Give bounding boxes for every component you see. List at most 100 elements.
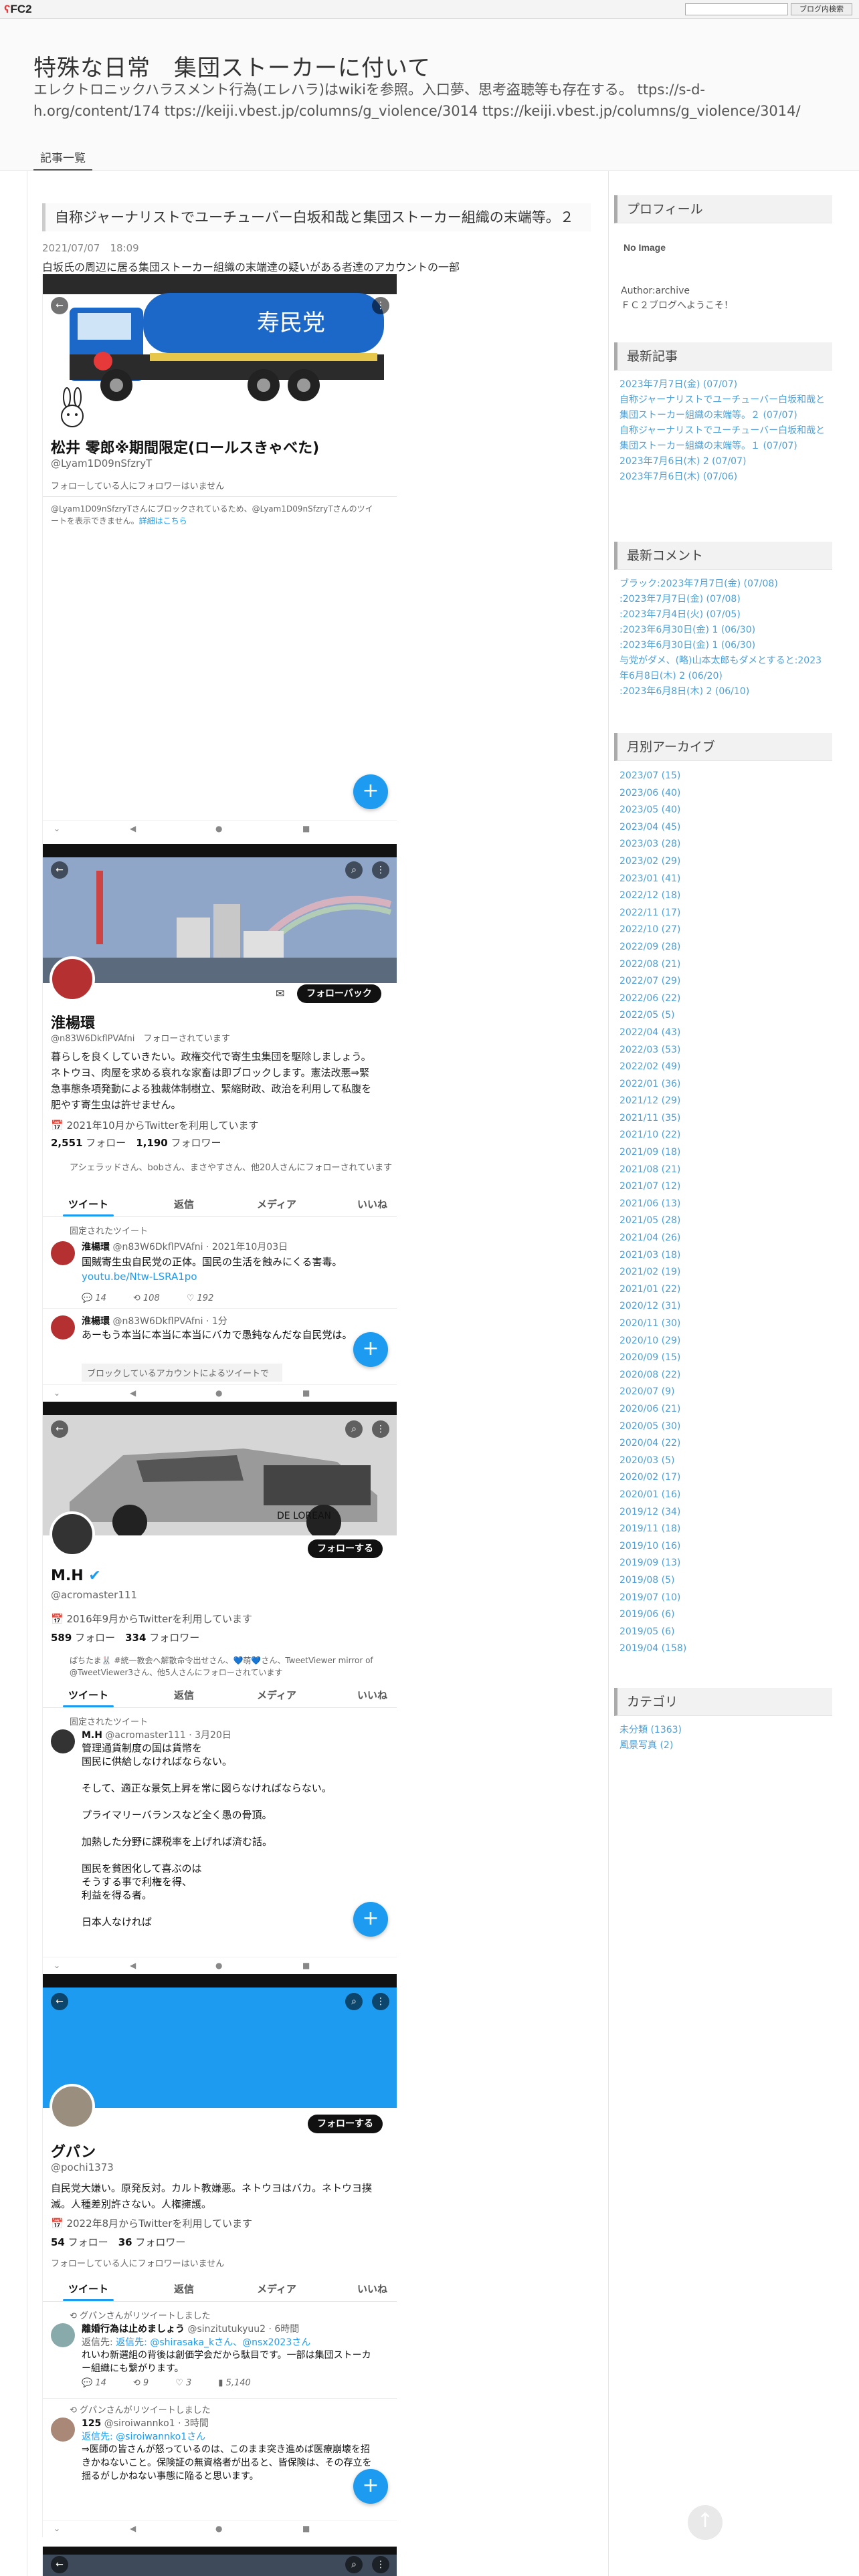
archive-link[interactable]: 2022/12 (18)	[619, 887, 827, 905]
archive-link[interactable]: 2020/01 (16)	[619, 1487, 827, 1504]
archive-link[interactable]: 2019/07 (10)	[619, 1590, 827, 1607]
tweet-link[interactable]: youtu.be/Ntw-LSRA1po	[82, 1271, 197, 1283]
tab-media[interactable]: メディア	[257, 1197, 296, 1211]
archive-link[interactable]: 2022/03 (53)	[619, 1042, 827, 1059]
recent-post-link[interactable]: 自称ジャーナリストでユーチューバー白坂和哉と集団ストーカー組織の末端等。１ (0…	[619, 423, 827, 454]
tab-likes[interactable]: いいね	[357, 1688, 387, 1702]
avatar[interactable]	[50, 956, 95, 1002]
recent-post-link[interactable]: 2023年7月6日(木) (07/06)	[619, 469, 827, 485]
blog-search-input[interactable]	[685, 3, 788, 15]
compose-tweet-button[interactable]: +	[353, 1332, 388, 1367]
tab-likes[interactable]: いいね	[357, 1197, 387, 1211]
archive-link[interactable]: 2019/06 (6)	[619, 1606, 827, 1624]
more-icon[interactable]: ⋮	[372, 861, 389, 879]
comment-link[interactable]: :2023年6月30日(金) 1 (06/30)	[619, 638, 827, 653]
archive-link[interactable]: 2021/10 (22)	[619, 1127, 827, 1144]
archive-link[interactable]: 2022/07 (29)	[619, 973, 827, 990]
follow-button[interactable]: フォローする	[308, 1539, 383, 1558]
archive-link[interactable]: 2022/01 (36)	[619, 1076, 827, 1093]
archive-link[interactable]: 2020/02 (17)	[619, 1469, 827, 1487]
search-icon[interactable]: ⌕	[345, 1420, 363, 1438]
more-icon[interactable]: ⋮	[372, 1420, 389, 1438]
archive-link[interactable]: 2020/10 (29)	[619, 1333, 827, 1350]
more-icon[interactable]: ⋮	[372, 297, 389, 314]
compose-tweet-button[interactable]: +	[353, 1902, 388, 1937]
archive-link[interactable]: 2019/05 (6)	[619, 1624, 827, 1641]
archive-link[interactable]: 2022/05 (5)	[619, 1007, 827, 1025]
comment-link[interactable]: :2023年6月30日(金) 1 (06/30)	[619, 623, 827, 638]
tab-media[interactable]: メディア	[257, 1688, 296, 1702]
archive-link[interactable]: 2023/04 (45)	[619, 819, 827, 837]
recent-post-link[interactable]: 2023年7月7日(金) (07/07)	[619, 377, 827, 393]
search-icon[interactable]: ⌕	[345, 1993, 363, 2010]
tab-media[interactable]: メディア	[257, 2282, 296, 2296]
follow-counts[interactable]: 589 フォロー 334 フォロワー	[51, 1630, 199, 1644]
archive-link[interactable]: 2019/10 (16)	[619, 1538, 827, 1555]
follow-button[interactable]: フォローする	[308, 2115, 383, 2133]
compose-tweet-button[interactable]: +	[353, 2469, 388, 2504]
comment-link[interactable]: :2023年7月7日(金) (07/08)	[619, 592, 827, 607]
back-icon[interactable]: ←	[51, 297, 68, 314]
archive-link[interactable]: 2021/05 (28)	[619, 1212, 827, 1230]
back-icon[interactable]: ←	[51, 2556, 68, 2573]
compose-tweet-button[interactable]: +	[353, 774, 388, 809]
archive-link[interactable]: 2023/05 (40)	[619, 802, 827, 819]
tab-replies[interactable]: 返信	[174, 1688, 194, 1702]
archive-link[interactable]: 2022/10 (27)	[619, 922, 827, 939]
follow-back-button[interactable]: フォローバック	[297, 984, 381, 1003]
fc2-logo[interactable]: ʕFC2	[4, 3, 32, 16]
avatar[interactable]	[50, 2084, 95, 2129]
archive-link[interactable]: 2021/04 (26)	[619, 1230, 827, 1247]
archive-link[interactable]: 2019/11 (18)	[619, 1521, 827, 1538]
archive-link[interactable]: 2019/09 (13)	[619, 1555, 827, 1572]
comment-link[interactable]: :2023年6月8日(木) 2 (06/10)	[619, 684, 827, 700]
tab-tweets[interactable]: ツイート	[68, 1197, 108, 1211]
back-icon[interactable]: ←	[51, 861, 68, 879]
archive-link[interactable]: 2021/02 (19)	[619, 1264, 827, 1281]
tab-tweets[interactable]: ツイート	[68, 1688, 108, 1702]
archive-link[interactable]: 2019/08 (5)	[619, 1572, 827, 1590]
tab-likes[interactable]: いいね	[357, 2282, 387, 2296]
archive-link[interactable]: 2023/07 (15)	[619, 768, 827, 785]
archive-link[interactable]: 2022/04 (43)	[619, 1025, 827, 1042]
search-icon[interactable]: ⌕	[345, 861, 363, 879]
archive-link[interactable]: 2021/09 (18)	[619, 1144, 827, 1162]
archive-link[interactable]: 2020/04 (22)	[619, 1435, 827, 1453]
more-icon[interactable]: ⋮	[372, 2556, 389, 2573]
archive-link[interactable]: 2019/04 (158)	[619, 1640, 827, 1658]
archive-link[interactable]: 2020/06 (21)	[619, 1401, 827, 1418]
archive-link[interactable]: 2020/07 (9)	[619, 1384, 827, 1401]
follow-counts[interactable]: 54 フォロー 36 フォロワー	[51, 2235, 185, 2249]
archive-link[interactable]: 2020/05 (30)	[619, 1418, 827, 1436]
archive-link[interactable]: 2023/03 (28)	[619, 836, 827, 853]
archive-link[interactable]: 2020/08 (22)	[619, 1367, 827, 1384]
tab-tweets[interactable]: ツイート	[68, 2282, 108, 2296]
archive-link[interactable]: 2021/11 (35)	[619, 1110, 827, 1128]
archive-link[interactable]: 2022/02 (49)	[619, 1059, 827, 1076]
entry-list-link[interactable]: 記事一覧	[33, 144, 92, 171]
mail-icon[interactable]: ✉	[276, 987, 284, 1000]
blog-search-button[interactable]: ブログ内検索	[791, 3, 852, 15]
archive-link[interactable]: 2021/08 (21)	[619, 1162, 827, 1179]
archive-link[interactable]: 2023/02 (29)	[619, 853, 827, 871]
archive-link[interactable]: 2021/06 (13)	[619, 1196, 827, 1213]
archive-link[interactable]: 2020/12 (31)	[619, 1298, 827, 1315]
back-icon[interactable]: ←	[51, 1420, 68, 1438]
archive-link[interactable]: 2020/03 (5)	[619, 1453, 827, 1470]
archive-link[interactable]: 2021/12 (29)	[619, 1093, 827, 1110]
recent-post-link[interactable]: 2023年7月6日(木) 2 (07/07)	[619, 454, 827, 469]
archive-link[interactable]: 2022/09 (28)	[619, 939, 827, 956]
category-link[interactable]: 未分類 (1363)	[619, 1723, 827, 1738]
scroll-to-top-button[interactable]: ↑	[688, 2505, 723, 2540]
archive-link[interactable]: 2023/01 (41)	[619, 871, 827, 888]
blog-title[interactable]: 特殊な日常 集団ストーカーに付いて	[33, 49, 431, 82]
recent-post-link[interactable]: 自称ジャーナリストでユーチューバー白坂和哉と集団ストーカー組織の末端等。２ (0…	[619, 393, 827, 423]
back-icon[interactable]: ←	[51, 1993, 68, 2010]
archive-link[interactable]: 2019/12 (34)	[619, 1504, 827, 1521]
avatar[interactable]	[50, 1511, 95, 1557]
retweet[interactable]: ⟲ グパンさんがリツイートしました 125 @siroiwannko1 · 3時…	[43, 2398, 397, 2482]
search-icon[interactable]: ⌕	[345, 2556, 363, 2573]
follow-counts[interactable]: 2,551 フォロー 1,190 フォロワー	[51, 1136, 221, 1150]
category-link[interactable]: 風景写真 (2)	[619, 1738, 827, 1753]
comment-link[interactable]: ブラック:2023年7月7日(金) (07/08)	[619, 576, 827, 592]
